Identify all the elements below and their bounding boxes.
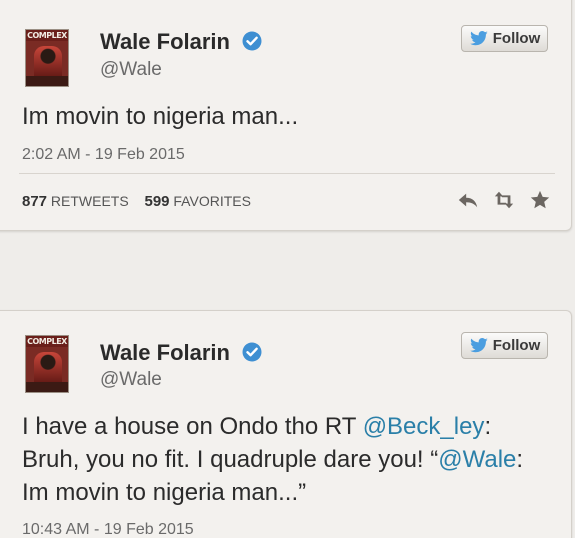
favorites-count[interactable]: 599 [144,193,169,210]
star-icon[interactable] [529,189,551,211]
author-name[interactable]: Wale Folarin [100,340,262,366]
tweet-text-line: Bruh, you no fit. I quadruple dare you! … [22,443,561,476]
tweet-text: Im movin to nigeria man... [22,103,299,130]
retweets-count[interactable]: 877 [22,193,47,210]
avatar-magazine-title: COMPLEX [26,30,68,41]
author-name-text: Wale Folarin [100,29,230,54]
follow-button[interactable]: Follow [461,332,548,359]
tweet-actions [457,189,551,211]
avatar[interactable]: COMPLEX [25,335,69,393]
verified-badge-icon [242,342,262,362]
retweet-icon[interactable] [493,189,515,211]
twitter-bird-icon [469,337,488,352]
avatar-magazine-title: COMPLEX [26,336,68,347]
avatar-figure [34,46,62,80]
author-handle[interactable]: @Wale [100,369,162,391]
follow-label: Follow [492,30,541,47]
author-handle[interactable]: @Wale [100,59,162,81]
retweets-label[interactable]: RETWEETS [51,193,129,209]
tweet-text-line: I have a house on Ondo tho RT @Beck_ley: [22,410,561,443]
verified-badge-icon [242,31,262,51]
author-name-text: Wale Folarin [100,340,230,365]
tweet-card: COMPLEX Wale Folarin @Wale Follow Im mov… [0,0,572,231]
avatar-floor [26,76,68,86]
follow-label: Follow [492,337,541,354]
avatar[interactable]: COMPLEX [25,29,69,87]
avatar-floor [26,382,68,392]
follow-button[interactable]: Follow [461,25,548,52]
tweet-text-line: Im movin to nigeria man...” [22,479,307,506]
tweet-card: COMPLEX Wale Folarin @Wale Follow I have… [0,310,572,538]
favorites-label[interactable]: FAVORITES [173,193,251,209]
tweet-timestamp[interactable]: 10:43 AM - 19 Feb 2015 [22,521,194,538]
avatar-figure [34,352,62,386]
tweet-text: I have a house on Ondo tho RT @Beck_ley:… [22,410,561,509]
mention-link[interactable]: @Wale [438,446,516,473]
tweet-text-segment: : [484,413,492,440]
tweet-text-segment: Bruh, you no fit. I quadruple dare you! … [22,446,439,473]
tweet-text-segment: I have a house on Ondo tho RT [22,413,363,440]
mention-link[interactable]: @Beck_ley [363,413,485,440]
tweet-stats: 877 RETWEETS 599 FAVORITES [22,193,251,210]
tweet-text-segment: : [516,446,524,473]
tweet-timestamp[interactable]: 2:02 AM - 19 Feb 2015 [22,146,185,164]
author-name[interactable]: Wale Folarin [100,29,262,55]
divider [19,173,555,174]
twitter-bird-icon [469,30,488,45]
reply-icon[interactable] [457,189,479,211]
